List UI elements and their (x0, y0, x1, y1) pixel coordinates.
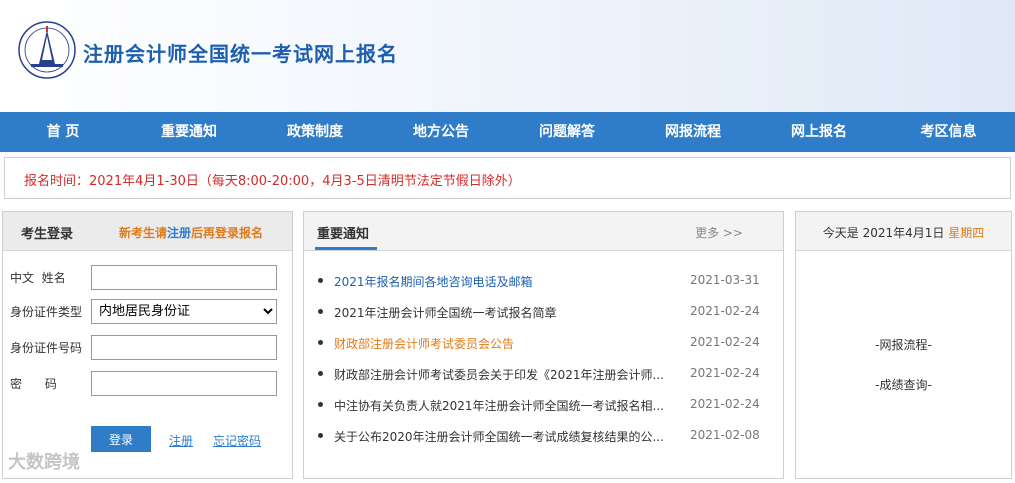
watermark: 大数跨境 (8, 452, 80, 473)
news-item[interactable]: 2021年报名期间各地咨询电话及邮箱 2021-03-31 (304, 271, 783, 291)
name-input[interactable] (91, 265, 277, 290)
news-item-date: 2021-02-24 (690, 397, 760, 411)
news-item[interactable]: 中注协有关负责人就2021年注册会计师全国统一考试报名相... 2021-02-… (304, 395, 783, 415)
score-query-link[interactable]: -成绩查询- (796, 376, 1011, 393)
bullet-icon (318, 371, 323, 376)
password-row: 密 码 (3, 371, 294, 397)
news-item[interactable]: 关于公布2020年注册会计师全国统一考试成绩复核结果的公... 2021-02-… (304, 426, 783, 446)
news-item-title[interactable]: 中注协有关负责人就2021年注册会计师全国统一考试报名相... (334, 397, 664, 414)
register-link[interactable]: 注册 (169, 432, 193, 449)
today-date-text: 今天是 2021年4月1日 (822, 226, 945, 240)
name-row: 中文 姓名 (3, 265, 294, 291)
news-item-date: 2021-02-08 (690, 428, 760, 442)
nav-item-registration-process[interactable]: 网报流程 (630, 112, 756, 152)
nav-item-important-notices[interactable]: 重要通知 (126, 112, 252, 152)
register-hint-prefix: 新考生请 (119, 226, 168, 240)
id-type-select[interactable]: 内地居民身份证 (91, 299, 277, 324)
date-panel-header: 今天是 2021年4月1日 星期四 (796, 212, 1011, 251)
news-title: 重要通知 (317, 227, 370, 242)
news-item[interactable]: 财政部注册会计师考试委员会关于印发《2021年注册会计师... 2021-02-… (304, 364, 783, 384)
id-type-label: 身份证件类型 (10, 305, 83, 319)
news-item-date: 2021-02-24 (690, 335, 760, 349)
bullet-icon (318, 278, 323, 283)
bullet-icon (318, 402, 323, 407)
forgot-password-link[interactable]: 忘记密码 (213, 432, 261, 449)
id-number-label: 身份证件号码 (10, 341, 83, 355)
more-link[interactable]: 更多 >> (695, 224, 743, 241)
nav-item-local-announcements[interactable]: 地方公告 (378, 112, 504, 152)
main-nav: 首 页 重要通知 政策制度 地方公告 问题解答 网报流程 网上报名 考区信息 (0, 112, 1015, 152)
news-item-date: 2021-02-24 (690, 304, 760, 318)
today-date: 今天是 2021年4月1日 星期四 (796, 224, 1011, 241)
news-item-title[interactable]: 2021年注册会计师全国统一考试报名简章 (334, 304, 664, 321)
date-panel: 今天是 2021年4月1日 星期四 -网报流程- -成绩查询- (795, 211, 1012, 479)
login-title: 考生登录 (21, 227, 74, 242)
bullet-icon (318, 309, 323, 314)
cicpa-emblem-icon (18, 21, 76, 79)
news-item-title[interactable]: 财政部注册会计师考试委员会关于印发《2021年注册会计师... (334, 366, 664, 383)
bullet-icon (318, 340, 323, 345)
news-item[interactable]: 2021年注册会计师全国统一考试报名简章 2021-02-24 (304, 302, 783, 322)
notice-text: 报名时间：2021年4月1-30日（每天8:00-20:00，4月3-5日清明节… (24, 174, 521, 189)
nav-item-home[interactable]: 首 页 (0, 112, 126, 152)
weekday: 星期四 (948, 226, 985, 240)
password-label: 密 码 (10, 377, 57, 391)
news-item-title[interactable]: 2021年报名期间各地咨询电话及邮箱 (334, 273, 664, 290)
registration-process-link[interactable]: -网报流程- (796, 336, 1011, 353)
register-hint-suffix: 后再登录报名 (191, 226, 264, 240)
registration-notice: 报名时间：2021年4月1-30日（每天8:00-20:00，4月3-5日清明节… (4, 157, 1011, 199)
site-title: 注册会计师全国统一考试网上报名 (83, 42, 398, 66)
news-item-title[interactable]: 关于公布2020年注册会计师全国统一考试成绩复核结果的公... (334, 428, 664, 445)
login-panel: 考生登录 新考生请注册后再登录报名 中文 姓名 身份证件类型 内地居民身份证 身… (2, 211, 293, 479)
news-title-underline (315, 247, 377, 250)
register-hint: 新考生请注册后再登录报名 (119, 224, 263, 241)
nav-item-online-registration[interactable]: 网上报名 (756, 112, 882, 152)
login-panel-header: 考生登录 新考生请注册后再登录报名 (3, 212, 292, 251)
id-number-row: 身份证件号码 (3, 335, 294, 361)
news-item[interactable]: 财政部注册会计师考试委员会公告 2021-02-24 (304, 333, 783, 353)
bullet-icon (318, 433, 323, 438)
name-label: 中文 姓名 (10, 271, 66, 285)
password-input[interactable] (91, 371, 277, 396)
site-header: 注册会计师全国统一考试网上报名 (0, 0, 1015, 112)
news-panel-header: 重要通知 更多 >> (304, 212, 783, 251)
news-panel: 重要通知 更多 >> 2021年报名期间各地咨询电话及邮箱 2021-03-31… (303, 211, 784, 479)
nav-item-faq[interactable]: 问题解答 (504, 112, 630, 152)
news-item-date: 2021-03-31 (690, 273, 760, 287)
id-type-row: 身份证件类型 内地居民身份证 (3, 299, 294, 325)
news-item-title[interactable]: 财政部注册会计师考试委员会公告 (334, 335, 664, 352)
nav-item-policy[interactable]: 政策制度 (252, 112, 378, 152)
register-hint-link[interactable]: 注册 (167, 226, 191, 240)
id-number-input[interactable] (91, 335, 277, 360)
news-item-date: 2021-02-24 (690, 366, 760, 380)
nav-item-exam-area-info[interactable]: 考区信息 (882, 112, 1015, 152)
login-button[interactable]: 登录 (91, 426, 151, 452)
